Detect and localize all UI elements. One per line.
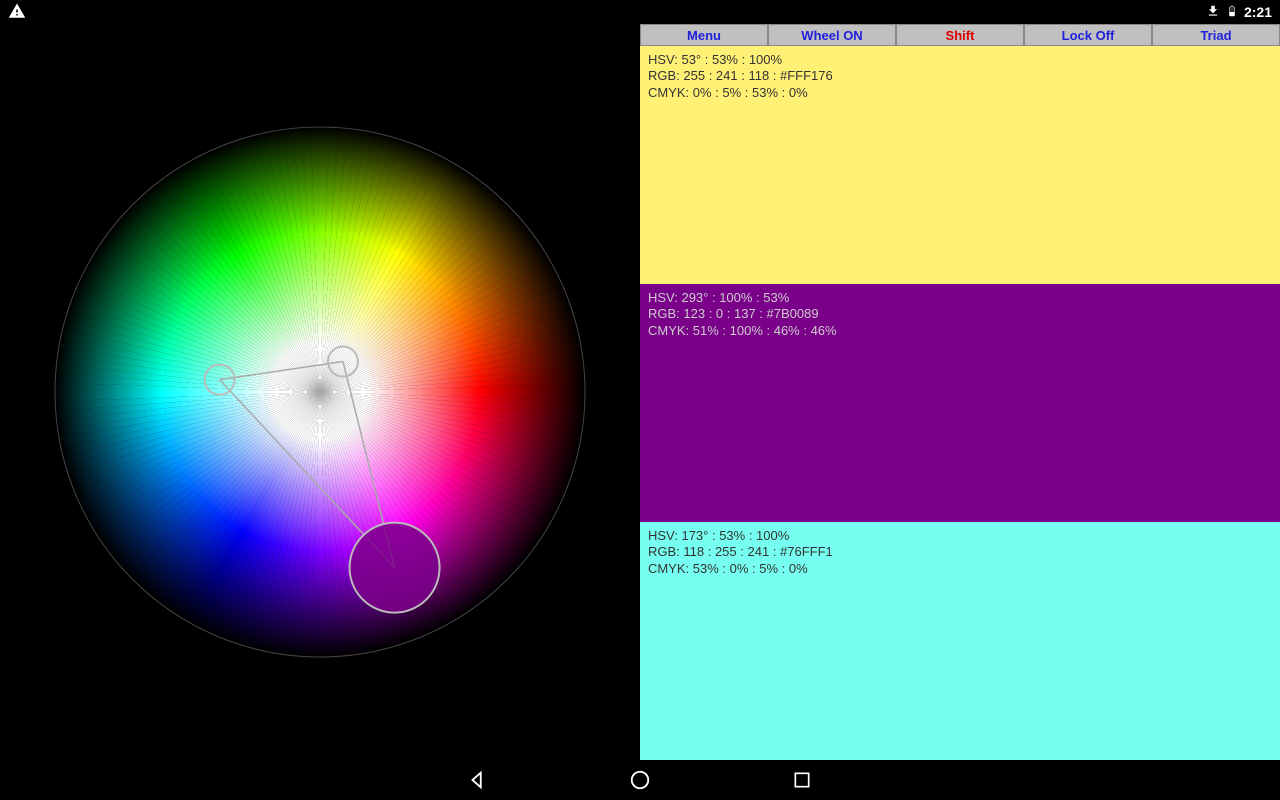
battery-icon [1226, 3, 1238, 22]
swatch-0[interactable]: HSV: 53° : 53% : 100%RGB: 255 : 241 : 11… [640, 46, 1280, 284]
swatch-1-cmyk: CMYK: 51% : 100% : 46% : 46% [648, 323, 1272, 339]
warning-icon [8, 2, 26, 23]
swatch-2-cmyk: CMYK: 53% : 0% : 5% : 0% [648, 561, 1272, 577]
triad-button[interactable]: Triad [1152, 24, 1280, 46]
swatch-1-rgb: RGB: 123 : 0 : 137 : #7B0089 [648, 306, 1272, 322]
swatch-0-hsv: HSV: 53° : 53% : 100% [648, 52, 1272, 68]
wheel-toggle-button[interactable]: Wheel ON [768, 24, 896, 46]
swatch-0-cmyk: CMYK: 0% : 5% : 53% : 0% [648, 85, 1272, 101]
toolbar: Menu Wheel ON Shift Lock Off Triad [640, 24, 1280, 46]
clock-text: 2:21 [1244, 4, 1272, 20]
lock-button[interactable]: Lock Off [1024, 24, 1152, 46]
purple-node[interactable] [350, 523, 440, 613]
swatch-list: HSV: 53° : 53% : 100%RGB: 255 : 241 : 11… [640, 46, 1280, 760]
color-wheel[interactable] [40, 112, 600, 672]
status-bar: 2:21 [0, 0, 1280, 24]
android-nav-bar [0, 760, 1280, 800]
main-area: Menu Wheel ON Shift Lock Off Triad HSV: … [0, 24, 1280, 760]
back-button[interactable] [467, 769, 489, 791]
status-right: 2:21 [1206, 3, 1272, 22]
swatch-2-rgb: RGB: 118 : 255 : 241 : #76FFF1 [648, 544, 1272, 560]
swatch-2-hsv: HSV: 173° : 53% : 100% [648, 528, 1272, 544]
shift-button[interactable]: Shift [896, 24, 1024, 46]
swatch-1[interactable]: HSV: 293° : 100% : 53%RGB: 123 : 0 : 137… [640, 284, 1280, 522]
status-left [8, 2, 26, 23]
recent-apps-button[interactable] [791, 769, 813, 791]
swatch-0-rgb: RGB: 255 : 241 : 118 : #FFF176 [648, 68, 1272, 84]
home-button[interactable] [629, 769, 651, 791]
info-panel: Menu Wheel ON Shift Lock Off Triad HSV: … [640, 24, 1280, 760]
swatch-1-hsv: HSV: 293° : 100% : 53% [648, 290, 1272, 306]
download-icon [1206, 4, 1220, 21]
menu-button[interactable]: Menu [640, 24, 768, 46]
swatch-2[interactable]: HSV: 173° : 53% : 100%RGB: 118 : 255 : 2… [640, 522, 1280, 760]
color-wheel-panel[interactable] [0, 24, 640, 760]
